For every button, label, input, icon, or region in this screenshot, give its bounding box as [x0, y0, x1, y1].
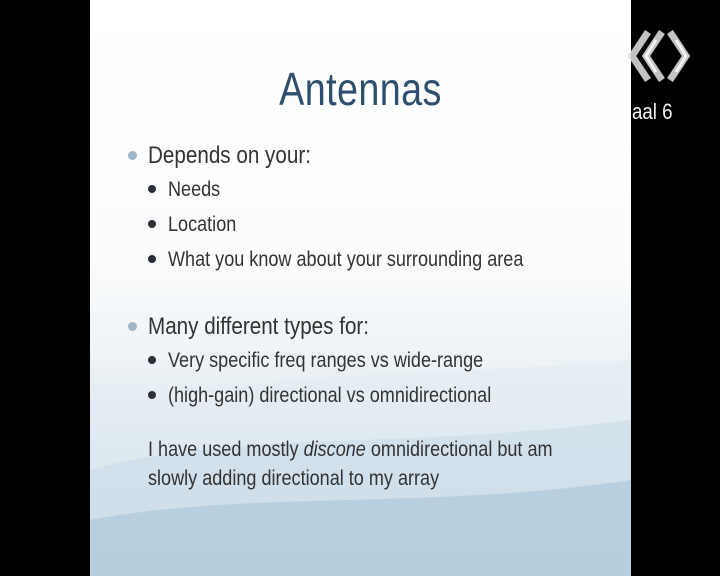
- bullet-icon: [148, 185, 156, 193]
- note-line-2: slowly adding directional to my array: [148, 467, 440, 490]
- list-item: Very specific freq ranges vs wide-range: [128, 343, 608, 378]
- bullet-icon: [148, 255, 156, 263]
- bullet-icon: [128, 151, 137, 160]
- channel-name-text: aal 6: [632, 99, 673, 124]
- list-item-text: What you know about your surrounding are…: [168, 248, 524, 271]
- list-item-text: (high-gain) directional vs omnidirection…: [168, 384, 492, 407]
- list-item: Needs: [128, 172, 608, 207]
- channel-logo-icon: [627, 30, 691, 82]
- slide-note: I have used mostly discone omnidirection…: [148, 435, 608, 493]
- bullet-icon: [128, 322, 137, 331]
- section-heading: Depends on your:: [128, 140, 608, 172]
- video-frame: Antennas Depends on your: Needs Location…: [0, 0, 720, 576]
- list-item-text: Needs: [168, 178, 221, 201]
- note-text: I have used mostly: [148, 438, 304, 461]
- bullet-icon: [148, 356, 156, 364]
- bullet-icon: [148, 220, 156, 228]
- bullet-icon: [148, 391, 156, 399]
- list-item: (high-gain) directional vs omnidirection…: [128, 378, 608, 413]
- note-text: omnidirectional but am: [365, 438, 553, 461]
- list-item: Location: [128, 207, 608, 242]
- slide-title: Antennas: [279, 63, 442, 115]
- note-italic-term: discone: [303, 438, 366, 461]
- presentation-slide: Antennas Depends on your: Needs Location…: [90, 0, 631, 576]
- list-item-text: Location: [168, 213, 237, 236]
- note-line-1: I have used mostly discone omnidirection…: [148, 435, 553, 464]
- bullet-list: Depends on your: Needs Location What you…: [128, 140, 608, 413]
- section-heading: Many different types for:: [128, 311, 608, 343]
- list-item: What you know about your surrounding are…: [128, 242, 608, 277]
- section-heading-text: Depends on your:: [148, 142, 311, 169]
- section-heading-text: Many different types for:: [148, 313, 370, 340]
- list-item-text: Very specific freq ranges vs wide-range: [168, 349, 484, 372]
